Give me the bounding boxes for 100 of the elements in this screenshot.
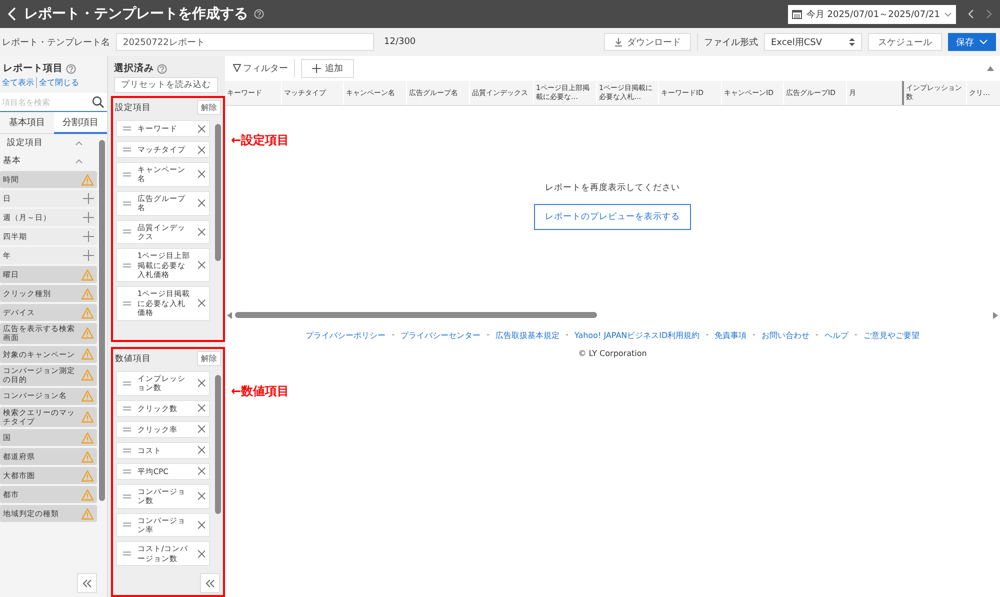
- double-chevron-icon: [82, 578, 92, 588]
- close-icon[interactable]: [198, 170, 206, 178]
- help-icon[interactable]: [157, 64, 167, 74]
- scroll-up-icon[interactable]: [987, 66, 994, 70]
- separator: -: [854, 330, 858, 341]
- empty-message: レポートを再度表示してください: [545, 182, 680, 194]
- close-icon[interactable]: [198, 261, 206, 270]
- date-range-picker[interactable]: 今月 2025/07/01～2025/07/21: [788, 4, 956, 24]
- footer-link[interactable]: 免責事項: [714, 330, 747, 341]
- annotation-label: ←数値項目: [231, 383, 290, 400]
- drag-handle-icon[interactable]: [123, 426, 132, 432]
- collapse-button[interactable]: [200, 573, 220, 593]
- separator: -: [486, 330, 490, 341]
- tab[interactable]: 分割項目: [54, 112, 107, 134]
- sort-arrows-icon: [849, 37, 855, 47]
- plus-icon: [83, 231, 94, 242]
- help-icon[interactable]: [66, 64, 76, 74]
- warning-icon: [81, 369, 94, 382]
- plus-icon: [312, 64, 321, 72]
- close-icon[interactable]: [198, 425, 206, 434]
- drag-handle-icon[interactable]: [123, 406, 132, 411]
- footer-link[interactable]: プライバシーセンター: [400, 330, 481, 341]
- group-header[interactable]: 基本: [0, 153, 98, 169]
- drag-handle-icon[interactable]: [123, 229, 132, 234]
- clear-button[interactable]: 解除: [197, 100, 221, 115]
- drag-handle-icon[interactable]: [123, 551, 132, 556]
- close-icon[interactable]: [198, 492, 206, 500]
- drag-handle-icon[interactable]: [123, 380, 132, 386]
- plus-icon: [83, 212, 94, 223]
- chevron-icon: [75, 140, 84, 146]
- footer-link[interactable]: ご意見やご要望: [863, 330, 920, 341]
- download-button[interactable]: ダウンロード: [604, 33, 691, 51]
- drag-handle-icon[interactable]: [123, 448, 132, 453]
- plus-icon: [83, 250, 94, 261]
- calendar-icon: [792, 10, 802, 18]
- close-icon[interactable]: [198, 446, 206, 454]
- separator: -: [815, 330, 818, 341]
- close-icon[interactable]: [198, 124, 206, 132]
- clear-button[interactable]: 解除: [197, 351, 221, 366]
- template-name-field[interactable]: 20250722レポート: [116, 33, 374, 51]
- warning-icon: [81, 470, 94, 482]
- horizontal-scrollbar[interactable]: [225, 310, 1000, 320]
- close-icon[interactable]: [198, 404, 206, 412]
- previous-icon[interactable]: [968, 9, 974, 19]
- footer-link[interactable]: お問い合わせ: [761, 330, 810, 341]
- schedule-button[interactable]: スケジュール: [868, 33, 942, 51]
- close-icon[interactable]: [198, 199, 206, 208]
- drag-handle-icon[interactable]: [123, 147, 132, 152]
- chevron-icon: [75, 158, 84, 164]
- save-button[interactable]: 保存: [948, 33, 996, 51]
- collapse-button[interactable]: [77, 573, 97, 593]
- drag-handle-icon[interactable]: [123, 200, 132, 206]
- scroll-right-icon[interactable]: [993, 312, 998, 318]
- footer-link[interactable]: 広告取扱基本規定: [496, 330, 560, 341]
- drag-handle-icon[interactable]: [123, 300, 132, 306]
- separator: -: [752, 330, 756, 341]
- warning-icon: [81, 268, 94, 280]
- drag-handle-icon[interactable]: [123, 126, 132, 131]
- close-icon[interactable]: [198, 520, 206, 529]
- warning-icon: [81, 410, 94, 423]
- load-preset-button[interactable]: プリセットを読み込む: [114, 77, 218, 93]
- close-icon[interactable]: [198, 146, 206, 154]
- drag-handle-icon[interactable]: [123, 468, 132, 474]
- warning-icon: [81, 450, 94, 463]
- panel-title: 選択済み: [114, 62, 154, 75]
- drag-handle-icon[interactable]: [123, 262, 132, 268]
- footer-link[interactable]: ヘルプ: [824, 330, 848, 341]
- annotation-label: ←設定項目: [231, 132, 290, 149]
- footer-link[interactable]: Yahoo! JAPANビジネスID利用規約: [574, 330, 700, 341]
- close-icon[interactable]: [198, 467, 206, 476]
- panel-title: レポート項目: [3, 62, 63, 75]
- double-chevron-icon: [205, 578, 215, 588]
- search-field[interactable]: 項目名を検索: [0, 93, 107, 112]
- drag-handle-icon[interactable]: [123, 522, 132, 528]
- show-all-link[interactable]: 全て表示: [2, 77, 34, 88]
- caret-icon: [979, 39, 988, 45]
- close-icon[interactable]: [198, 299, 206, 308]
- warning-icon: [81, 327, 94, 340]
- warning-icon: [81, 390, 94, 402]
- scroll-left-icon[interactable]: [227, 312, 232, 318]
- filter-button[interactable]: フィルター: [233, 62, 288, 74]
- close-icon[interactable]: [198, 228, 206, 236]
- drag-handle-icon[interactable]: [123, 172, 132, 177]
- next-icon[interactable]: [986, 9, 992, 19]
- warning-icon: [81, 288, 94, 300]
- character-count: 12/300: [384, 37, 416, 47]
- template-name-label: レポート・テンプレート名: [2, 36, 110, 48]
- drag-handle-icon[interactable]: [123, 494, 132, 499]
- preview-button[interactable]: レポートのプレビューを表示する: [534, 204, 691, 230]
- file-format-select[interactable]: Excel用CSV: [764, 33, 862, 51]
- warning-icon: [81, 432, 94, 444]
- help-icon[interactable]: [254, 9, 264, 19]
- close-icon[interactable]: [198, 379, 206, 388]
- group-header[interactable]: 設定項目: [0, 135, 98, 151]
- add-filter-button[interactable]: 追加: [301, 58, 354, 78]
- close-icon[interactable]: [198, 550, 206, 558]
- back-icon[interactable]: [8, 7, 16, 21]
- footer-link[interactable]: プライバシーポリシー: [306, 330, 386, 341]
- separator: -: [706, 330, 709, 341]
- collapse-all-link[interactable]: 全て閉じる: [36, 77, 79, 88]
